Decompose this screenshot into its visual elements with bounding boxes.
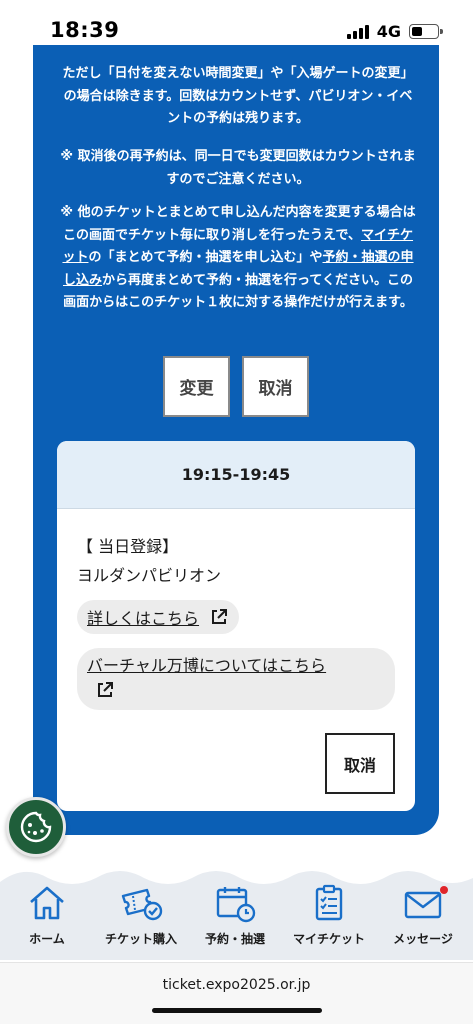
battery-icon	[409, 24, 443, 39]
network-type: 4G	[376, 22, 401, 41]
nav-home[interactable]: ホーム	[0, 882, 94, 954]
virtual-expo-link-label: バーチャル万博についてはこちら	[87, 656, 327, 675]
external-link-icon	[98, 682, 113, 697]
cancel-reservation-button[interactable]: 取消	[325, 733, 395, 794]
nav-label-my-ticket: マイチケット	[292, 932, 365, 946]
home-icon	[30, 886, 64, 920]
cancel-button[interactable]: 取消	[242, 356, 309, 417]
cookie-settings-button[interactable]	[6, 797, 66, 857]
cookie-icon	[20, 811, 52, 843]
change-button[interactable]: 変更	[163, 356, 230, 417]
status-time: 18:39	[50, 18, 120, 42]
bottom-navigation: ホーム チケット購入 予約・抽選 マイチケット メッセージ	[0, 860, 473, 960]
nav-label-home: ホーム	[29, 932, 65, 946]
reservation-card: 19:15-19:45 【 当日登録】 ヨルダンパビリオン 詳しくはこちら バー…	[57, 441, 415, 811]
calendar-icon	[216, 887, 256, 923]
status-indicators: 4G	[346, 22, 443, 41]
details-link[interactable]: 詳しくはこちら	[77, 600, 240, 634]
clipboard-icon	[315, 884, 343, 921]
signal-icon	[346, 24, 369, 39]
mail-icon	[404, 891, 442, 919]
pavilion-name: ヨルダンパビリオン	[77, 566, 222, 585]
nav-ticket-purchase[interactable]: チケット購入	[94, 882, 188, 954]
home-indicator[interactable]	[152, 1008, 322, 1013]
nav-label-message: メッセージ	[393, 932, 453, 946]
virtual-expo-link[interactable]: バーチャル万博についてはこちら	[77, 648, 395, 710]
notice-exception: ただし「日付を変えない時間変更」や「入場ゲートの変更」の場合は除きます。回数はカ…	[62, 66, 414, 126]
nav-reservation[interactable]: 予約・抽選	[188, 882, 282, 954]
nav-label-ticket: チケット購入	[104, 932, 177, 946]
external-link-icon	[212, 609, 228, 624]
details-link-label: 詳しくはこちら	[87, 609, 200, 628]
time-slot: 19:15-19:45	[57, 441, 415, 509]
entry-type: 【 当日登録】	[77, 537, 179, 556]
ticket-icon	[121, 888, 163, 921]
browser-address-bar[interactable]: ticket.expo2025.or.jp	[0, 962, 473, 1024]
notification-dot	[440, 886, 448, 894]
nav-label-reservation: 予約・抽選	[204, 932, 265, 946]
nav-message[interactable]: メッセージ	[376, 882, 470, 954]
url-text: ticket.expo2025.or.jp	[162, 977, 311, 993]
notice-grouped-tickets: ※ 他のチケットとまとめて申し込んだ内容を変更する場合はこの画面でチケット毎に取…	[60, 205, 416, 310]
nav-my-ticket[interactable]: マイチケット	[282, 882, 376, 954]
notice-rebooking: ※ 取消後の再予約は、同一日でも変更回数はカウントされますのでご注意ください。	[60, 149, 416, 187]
